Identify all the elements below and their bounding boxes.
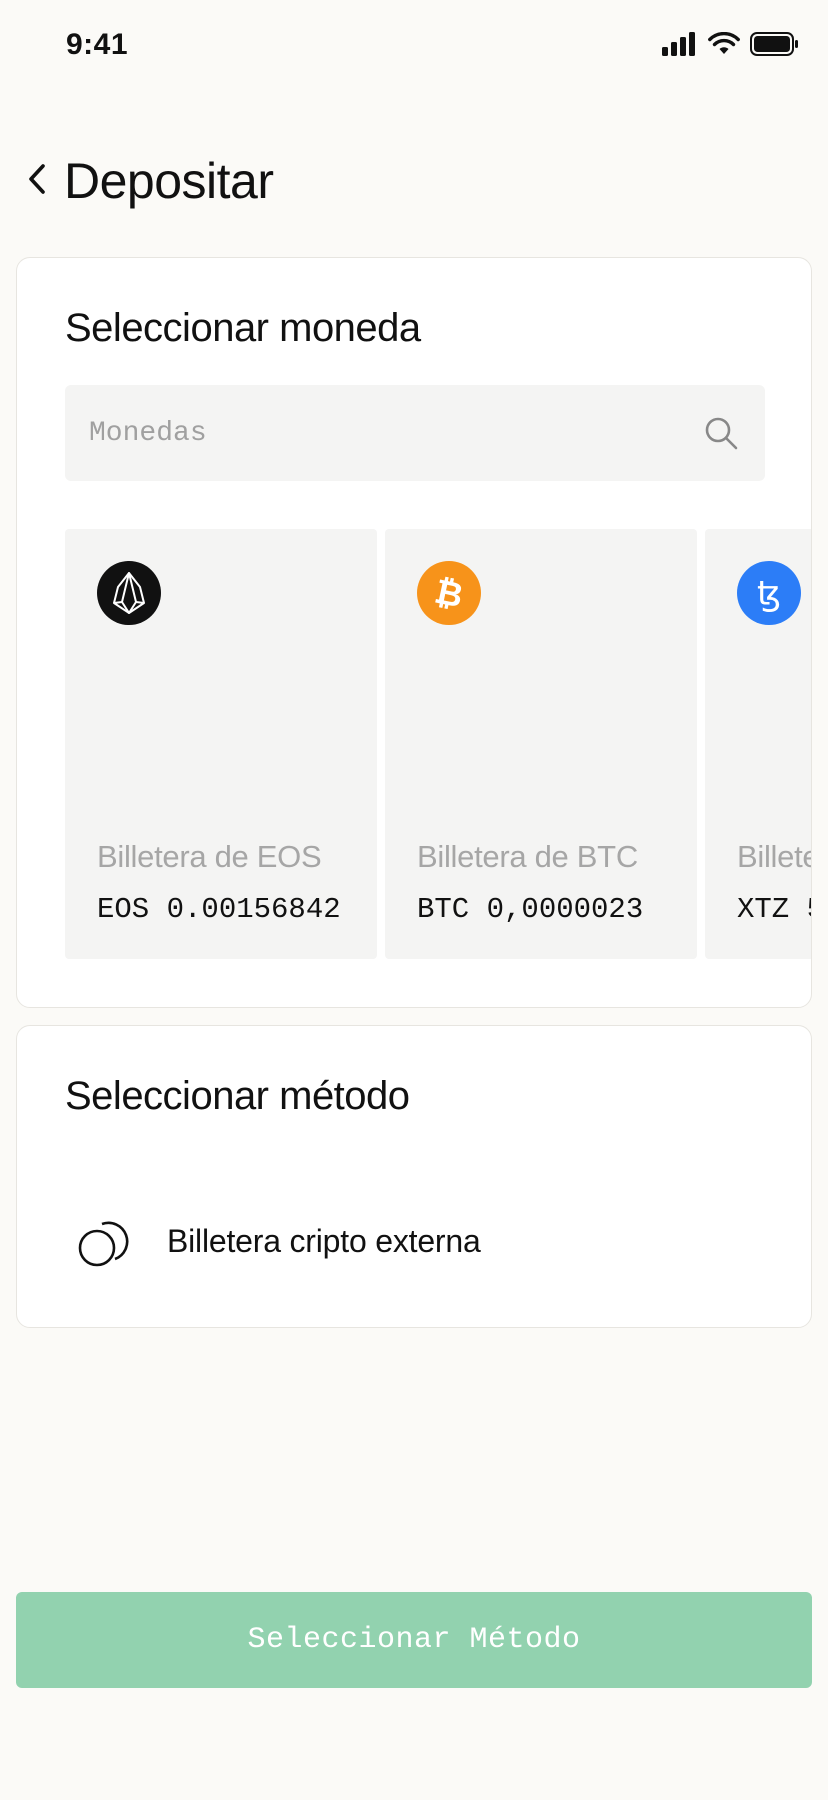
method-label: Billetera cripto externa xyxy=(167,1222,481,1259)
status-time: 9:41 xyxy=(66,28,129,61)
coins-icon xyxy=(75,1211,135,1271)
coin-balance: XTZ 5 xyxy=(737,893,811,926)
chevron-left-icon xyxy=(26,162,48,201)
coin-card-btc[interactable]: ₿ Billetera de BTC BTC 0,0000023 xyxy=(385,529,697,959)
coin-balance: BTC 0,0000023 xyxy=(417,893,644,926)
status-icons xyxy=(662,31,800,61)
search-input[interactable] xyxy=(89,417,701,449)
select-method-button[interactable]: Seleccionar Método xyxy=(16,1592,812,1688)
eos-icon xyxy=(97,561,161,625)
method-section-title: Seleccionar método xyxy=(65,1074,410,1118)
currency-section-title: Seleccionar moneda xyxy=(65,306,421,350)
coin-label: Billetera de BTC xyxy=(417,839,638,874)
page-header: Depositar xyxy=(0,140,828,222)
signal-icon xyxy=(662,31,698,61)
coin-label: Billetera de XTZ xyxy=(737,839,811,874)
method-card: Seleccionar método Billetera cripto exte… xyxy=(16,1025,812,1328)
search-box xyxy=(65,385,765,481)
coin-card-eos[interactable]: Billetera de EOS EOS 0.00156842 xyxy=(65,529,377,959)
wifi-icon xyxy=(708,31,740,61)
battery-icon xyxy=(750,31,800,61)
svg-text:₿: ₿ xyxy=(431,572,466,615)
coin-balance: EOS 0.00156842 xyxy=(97,893,341,926)
status-bar: 9:41 xyxy=(0,0,828,92)
method-option-external-wallet[interactable]: Billetera cripto externa xyxy=(65,1196,765,1286)
svg-text:ꜩ: ꜩ xyxy=(757,574,781,614)
search-icon[interactable] xyxy=(701,413,741,453)
coin-label: Billetera de EOS xyxy=(97,839,322,874)
currency-card: Seleccionar moneda Billetera de EOS EOS … xyxy=(16,257,812,1008)
back-button[interactable] xyxy=(12,154,62,208)
bitcoin-icon: ₿ xyxy=(417,561,481,625)
coin-card-xtz[interactable]: ꜩ Billetera de XTZ XTZ 5 xyxy=(705,529,811,959)
tezos-icon: ꜩ xyxy=(737,561,801,625)
page-title: Depositar xyxy=(64,153,274,209)
coin-list: Billetera de EOS EOS 0.00156842 ₿ Billet… xyxy=(65,529,811,959)
